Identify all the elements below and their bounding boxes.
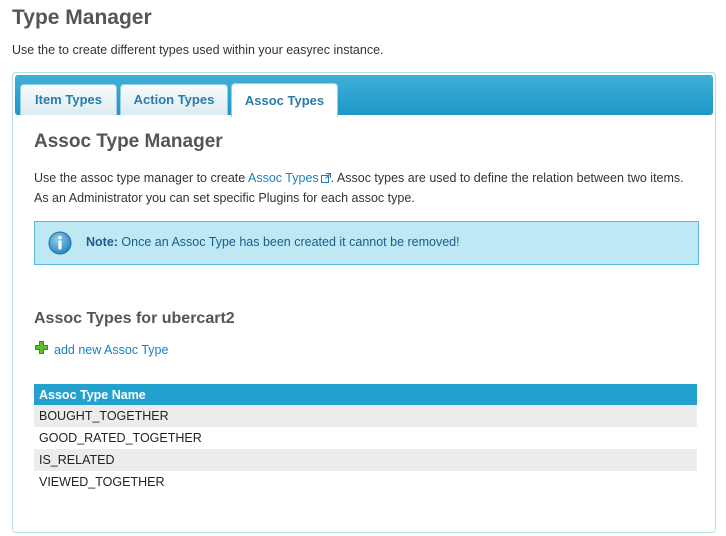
table-row[interactable]: BOUGHT_TOGETHER	[34, 405, 697, 427]
page-description: Use the to create different types used w…	[12, 43, 384, 57]
note-text: Note: Once an Assoc Type has been create…	[86, 235, 460, 249]
intro-text: Use the assoc type manager to create Ass…	[34, 168, 694, 208]
assoc-types-table: Assoc Type Name BOUGHT_TOGETHER GOOD_RAT…	[34, 384, 697, 493]
note-label: Note:	[86, 235, 118, 249]
column-header-assoc-type-name[interactable]: Assoc Type Name	[34, 384, 697, 405]
table-row[interactable]: GOOD_RATED_TOGETHER	[34, 427, 697, 449]
tab-item-types[interactable]: Item Types	[20, 84, 117, 115]
tab-bar: Item Types Action Types Assoc Types	[15, 75, 713, 117]
add-assoc-type-link[interactable]: add new Assoc Type	[35, 341, 169, 357]
table-row[interactable]: VIEWED_TOGETHER	[34, 471, 697, 493]
note-box: Note: Once an Assoc Type has been create…	[34, 221, 699, 265]
note-message: Once an Assoc Type has been created it c…	[117, 235, 460, 249]
assoc-types-link[interactable]: Assoc Types	[248, 171, 331, 185]
assoc-types-list-title: Assoc Types for ubercart2	[34, 310, 235, 327]
assoc-type-name: GOOD_RATED_TOGETHER	[34, 427, 697, 449]
tab-action-types[interactable]: Action Types	[120, 84, 228, 115]
assoc-type-name: IS_RELATED	[34, 449, 697, 471]
info-icon	[48, 231, 72, 255]
plus-icon	[35, 341, 48, 354]
page-title: Type Manager	[12, 6, 152, 29]
section-title: Assoc Type Manager	[34, 131, 223, 152]
assoc-type-name: BOUGHT_TOGETHER	[34, 405, 697, 427]
type-manager-panel: Item Types Action Types Assoc Types Asso…	[12, 72, 716, 533]
external-link-icon	[320, 173, 331, 183]
table-header-row: Assoc Type Name	[34, 384, 697, 405]
intro-text-start: Use the assoc type manager to create	[34, 171, 249, 185]
tab-assoc-types[interactable]: Assoc Types	[231, 83, 338, 117]
assoc-type-name: VIEWED_TOGETHER	[34, 471, 697, 493]
table-row[interactable]: IS_RELATED	[34, 449, 697, 471]
assoc-types-link-label: Assoc Types	[248, 171, 319, 185]
add-assoc-type-label: add new Assoc Type	[54, 343, 169, 357]
